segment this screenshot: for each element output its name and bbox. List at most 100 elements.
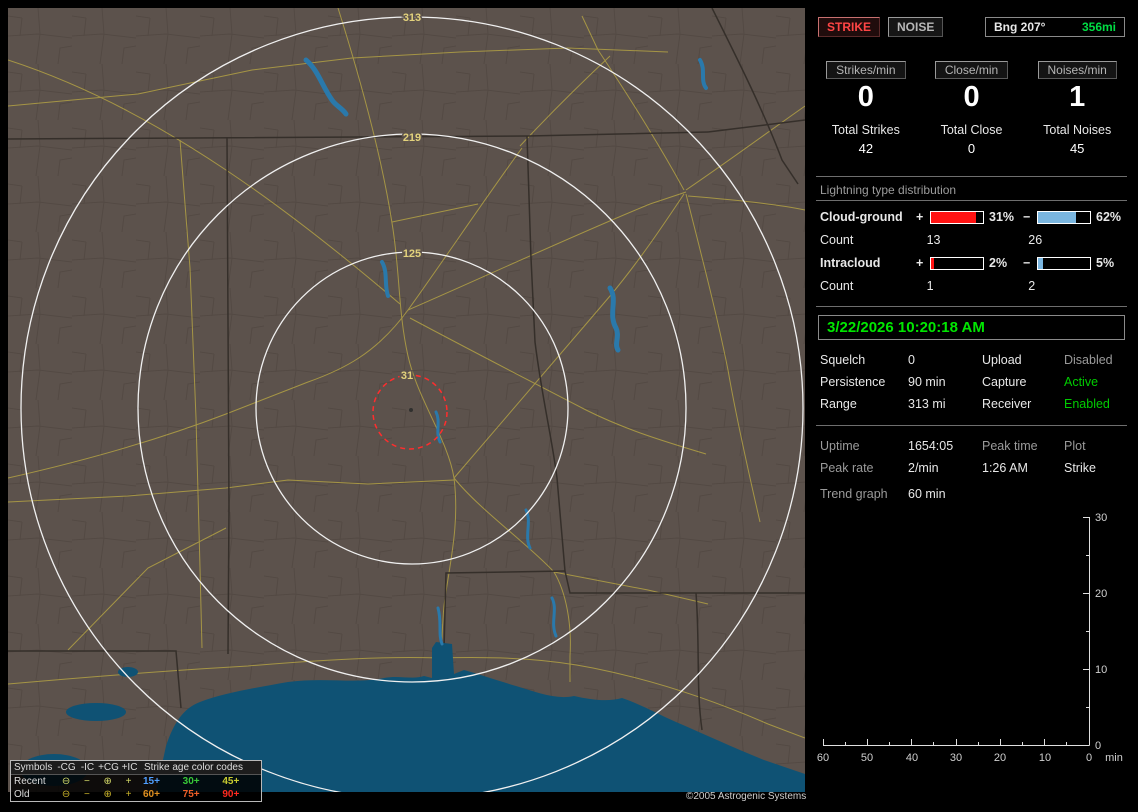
intracloud-positive-count: 1 [926,279,934,293]
divider [816,176,1127,177]
map[interactable]: 313 219 125 31 [8,8,805,792]
legend-recent-row: Recent ⊖ − ⊕ + 15+ 30+ 45+ [11,775,261,788]
pos-cg-old-icon: ⊕ [103,789,112,800]
total-close-value: 0 [967,141,976,156]
cloud-ground-negative-pct: 62% [1096,210,1122,224]
range-value: 313 mi [908,397,946,411]
total-strikes-label: Total Strikes [831,123,900,137]
peak-rate-value: 2/min [908,461,939,475]
y-tick-30: 30 [1095,512,1107,524]
plot-value: Strike [1064,461,1096,475]
legend-col-pos-ic: +IC [121,762,138,773]
trend-graph-label: Trend graph [820,487,888,501]
ring-label-125: 125 [403,248,421,260]
x-unit-label: min [1105,752,1123,764]
peak-time-header: Peak time [982,439,1038,453]
legend-col-neg-cg: -CG [57,762,76,773]
uptime-label: Uptime [820,439,860,453]
clock-display: 3/22/2026 10:20:18 AM [818,315,1125,340]
trend-graph: 30 20 10 0 60 50 40 30 20 10 0 min [817,512,1123,764]
intracloud-count-row: Count 1 2 [820,279,1130,293]
copyright-text: ©2005 Astrogenic Systems [686,791,807,802]
y-tick-20: 20 [1095,588,1107,600]
legend-old-row: Old ⊖ − ⊕ + 60+ 75+ 90+ [11,788,261,801]
total-noises-value: 45 [1069,141,1085,156]
x-tick-0: 0 [1086,752,1092,764]
strike-button[interactable]: STRIKE [818,17,881,37]
bearing-display[interactable]: Bng 207° 356mi [985,17,1125,37]
distribution-title: Lightning type distribution [820,183,957,197]
peak-time-value: 1:26 AM [982,461,1028,475]
range-label: Range [820,397,857,411]
legend-symbols-title: Symbols [14,762,53,773]
close-per-min-button[interactable]: Close/min [934,61,1009,79]
legend-old-label: Old [14,789,30,800]
trend-graph-value[interactable]: 60 min [908,487,1130,501]
count-label: Count [820,279,854,293]
x-tick-40: 40 [906,752,918,764]
total-strikes-value: 42 [858,141,874,156]
y-tick-10: 10 [1095,664,1107,676]
noises-rate-cell: Noises/min 1 Total Noises 45 [1024,61,1130,156]
strikes-rate-cell: Strikes/min 0 Total Strikes 42 [813,61,919,156]
receiver-value: Enabled [1064,397,1110,411]
noise-button[interactable]: NOISE [888,17,944,37]
strikes-per-min-value: 0 [857,81,874,113]
minus-sign: − [1023,210,1031,224]
cloud-ground-negative-bar [1037,210,1091,224]
x-tick-30: 30 [950,752,962,764]
plot-header: Plot [1064,439,1086,453]
squelch-label: Squelch [820,353,866,367]
intracloud-negative-pct: 5% [1096,256,1115,270]
close-per-min-value: 0 [963,81,980,113]
pos-ic-recent-icon: + [125,776,132,787]
pos-ic-old-icon: + [125,789,132,800]
x-tick-50: 50 [861,752,873,764]
neg-ic-recent-icon: − [83,776,90,787]
strikes-per-min-button[interactable]: Strikes/min [826,61,906,79]
cloud-ground-count-row: Count 13 26 [820,233,1130,247]
intracloud-positive-bar [930,256,984,270]
noises-per-min-value: 1 [1069,81,1086,113]
legend-header: Symbols -CG -IC +CG +IC Strike age color… [11,761,261,775]
upload-label: Upload [982,353,1022,367]
cloud-ground-positive-count: 13 [926,233,941,247]
age-30: 30+ [182,776,200,787]
bar-fill [1038,257,1044,269]
rate-counters: Strikes/min 0 Total Strikes 42 Close/min… [813,61,1130,156]
squelch-value: 0 [908,353,915,367]
age-90: 90+ [222,789,240,800]
map-svg: 313 219 125 31 [8,8,805,792]
capture-value: Active [1064,375,1099,389]
ring-label-219: 219 [403,132,421,144]
intracloud-negative-bar [1037,256,1091,270]
divider [816,425,1127,426]
age-45: 45+ [222,776,240,787]
age-75: 75+ [182,789,200,800]
divider [816,306,1127,307]
plus-sign: + [916,210,924,224]
bar-fill [931,211,976,223]
settings-grid: Squelch 0 Upload Disabled Persistence 90… [820,353,1130,411]
trend-axis-labels: 30 20 10 0 60 50 40 30 20 10 0 min [817,512,1123,764]
app-window: 313 219 125 31 Symbols -CG -IC +CG +IC S… [0,0,1138,812]
cloud-ground-row: Cloud-ground + 31% − 62% [820,210,1130,224]
divider [816,200,1127,201]
bearing-label: Bng 207° [994,20,1046,34]
cloud-ground-positive-bar [930,210,984,224]
cloud-ground-label: Cloud-ground [820,210,903,224]
noises-per-min-button[interactable]: Noises/min [1037,61,1117,79]
pos-cg-recent-icon: ⊕ [103,776,112,787]
age-15: 15+ [142,776,160,787]
strike-legend: Symbols -CG -IC +CG +IC Strike age color… [10,760,262,802]
intracloud-negative-count: 2 [1028,279,1036,293]
upload-value: Disabled [1064,353,1113,367]
receiver-label: Receiver [982,397,1032,411]
trend-axes [823,517,1090,746]
persistence-value: 90 min [908,375,946,389]
intracloud-positive-pct: 2% [989,256,1008,270]
y-tick-0: 0 [1095,740,1101,752]
close-rate-cell: Close/min 0 Total Close 0 [919,61,1025,156]
status-grid: Uptime 1654:05 Peak time Plot Peak rate … [820,439,1130,475]
legend-recent-label: Recent [14,776,46,787]
